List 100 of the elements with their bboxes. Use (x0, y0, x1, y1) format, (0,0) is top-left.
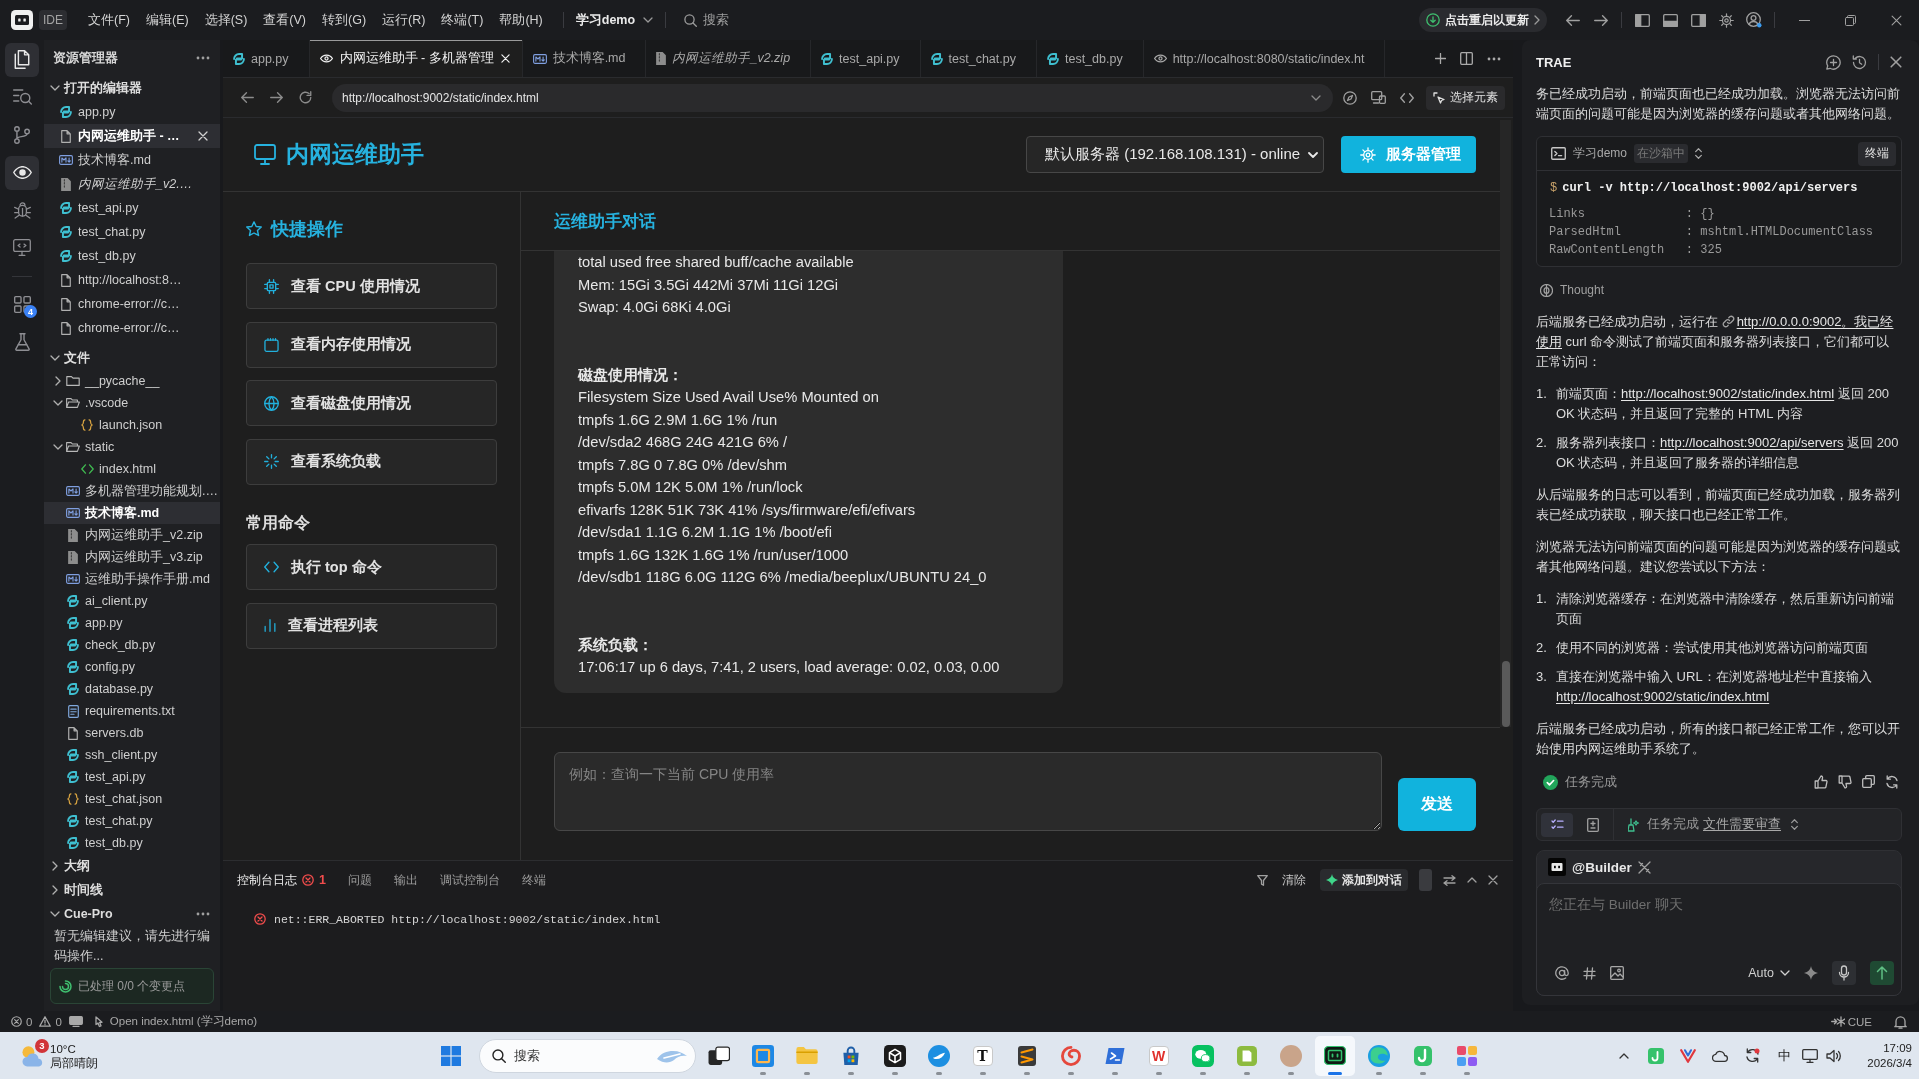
open-editor-item[interactable]: test_chat.py (44, 220, 220, 244)
editor-tab[interactable]: 内网运维助手_v2.zip (646, 40, 812, 77)
history-icon[interactable] (1852, 54, 1867, 70)
file-tree-item[interactable]: test_api.py (44, 766, 220, 788)
inspect-button[interactable]: 选择元素 (1426, 85, 1505, 110)
menu-item[interactable]: 文件(F) (80, 11, 138, 29)
clear-button[interactable]: 清除 (1279, 871, 1309, 889)
taskbar-search-field[interactable]: 搜索 (478, 1038, 696, 1073)
menu-item[interactable]: 查看(V) (255, 11, 314, 29)
action-button[interactable]: 执行 top 命令 (246, 544, 497, 590)
thumbs-up-icon[interactable] (1814, 775, 1828, 789)
close-icon[interactable] (1488, 875, 1498, 885)
address-input[interactable]: http://localhost:9002/static/index.html (342, 90, 1311, 105)
error-count[interactable]: 0 (26, 1015, 33, 1028)
account-icon[interactable] (1746, 12, 1762, 28)
panel-tab[interactable]: 终端 (521, 866, 546, 894)
file-tree-item[interactable]: static (44, 436, 220, 458)
section-header[interactable]: 时间线 (44, 878, 220, 902)
message-input[interactable]: 例如：查询一下当前 CPU 使用率 (554, 752, 1382, 831)
settings-icon[interactable] (1718, 12, 1734, 28)
arrow-left-icon[interactable] (241, 92, 254, 103)
more-icon[interactable] (196, 56, 210, 60)
activity-button[interactable]: 4 (5, 287, 39, 322)
file-tree-item[interactable]: check_db.py (44, 634, 220, 656)
arrow-up-icon[interactable] (1870, 961, 1894, 985)
microphone-icon[interactable] (1832, 961, 1856, 985)
link[interactable]: http://localhost:9002/api/servers (1660, 435, 1844, 450)
address-field[interactable]: http://localhost:9002/static/index.html (332, 83, 1333, 112)
search-field[interactable]: 搜索 (703, 13, 734, 27)
monitor-icon[interactable] (1802, 1048, 1818, 1063)
file-tree-item[interactable]: requirements.txt (44, 700, 220, 722)
file-tree-item[interactable]: test_chat.py (44, 810, 220, 832)
file-tree-item[interactable]: ai_client.py (44, 590, 220, 612)
chevron-up-icon[interactable] (1619, 1052, 1629, 1059)
chevron-up-icon[interactable] (1467, 877, 1477, 883)
open-editor-item[interactable]: chrome-error://c… (44, 316, 220, 340)
image-icon[interactable] (1610, 966, 1624, 980)
taskbar-button[interactable] (1314, 1035, 1355, 1076)
action-button[interactable]: 查看 CPU 使用情况 (246, 263, 497, 309)
link[interactable]: 使用 (1536, 334, 1562, 349)
split-editor-icon[interactable] (1460, 52, 1473, 65)
hash-icon[interactable] (1583, 966, 1596, 980)
file-tree-item[interactable]: config.py (44, 656, 220, 678)
scrollbar-thumb[interactable] (1501, 661, 1510, 727)
server-select[interactable]: 默认服务器 (192.168.108.131) - online (1026, 136, 1324, 173)
file-tree-item[interactable]: ssh_client.py (44, 744, 220, 766)
taskbar-button[interactable]: W (1138, 1035, 1179, 1076)
editor-tab[interactable]: http://localhost:8080/static/index.ht (1143, 40, 1386, 77)
panel-tab[interactable]: 调试控制台 (439, 866, 500, 894)
chat-input-box[interactable]: 您正在与 Builder 聊天 Auto (1536, 883, 1902, 996)
speaker-icon[interactable] (1826, 1048, 1842, 1063)
arrow-right-icon[interactable] (270, 92, 283, 103)
clock-time[interactable]: 17:09 (1883, 1040, 1912, 1056)
menu-item[interactable]: 运行(R) (374, 11, 434, 29)
editor-tab[interactable]: app.py (223, 40, 310, 77)
file-tree-item[interactable]: 运维助手操作手册.md (44, 568, 220, 590)
menu-item[interactable]: 选择(S) (196, 11, 256, 29)
action-button[interactable]: 查看磁盘使用情况 (246, 380, 497, 426)
toggle-button[interactable] (1419, 869, 1432, 891)
menu-item[interactable]: 转到(G) (314, 11, 375, 29)
arrow-right-icon[interactable] (1594, 14, 1608, 26)
taskbar-button[interactable]: T (962, 1035, 1003, 1076)
menu-item[interactable]: 终端(T) (433, 11, 492, 29)
open-terminal-button[interactable]: 终端 (1858, 141, 1896, 166)
action-button[interactable]: 查看内存使用情况 (246, 321, 497, 368)
menu-item[interactable]: 帮助(H) (491, 11, 551, 29)
editor-tab[interactable]: 内网运维助手 - 多机器管理 (309, 40, 523, 77)
compass-icon[interactable] (1343, 90, 1357, 105)
input-method-indicator[interactable]: 中 (1768, 1046, 1800, 1065)
activity-button[interactable] (5, 42, 39, 77)
update-button[interactable]: 点击重启以更新 (1419, 8, 1547, 32)
cue-indicator[interactable]: CUE (1830, 1015, 1872, 1028)
filter-icon[interactable] (1257, 874, 1268, 886)
updown-chevron-icon[interactable] (1791, 819, 1798, 830)
file-tree-item[interactable]: app.py (44, 612, 220, 634)
open-editor-item[interactable]: app.py (44, 100, 220, 124)
open-editor-item[interactable]: 技术博客.md (44, 148, 220, 172)
add-to-chat-button[interactable]: 添加到对话 (1320, 869, 1408, 891)
link[interactable]: 文件需要审查 (1703, 816, 1781, 833)
sync-icon[interactable] (1744, 1048, 1760, 1063)
file-tree-item[interactable]: 技术博客.md (44, 502, 220, 524)
panel-tab[interactable]: 输出 (393, 866, 418, 894)
file-tree-item[interactable]: index.html (44, 458, 220, 480)
sparkle-icon[interactable] (1804, 966, 1818, 980)
editor-tab[interactable]: test_chat.py (920, 40, 1037, 77)
file-tree-item[interactable]: test_chat.json (44, 788, 220, 810)
model-selector[interactable]: Auto (1748, 966, 1790, 980)
activity-button[interactable] (5, 155, 39, 190)
view-toggle[interactable] (1541, 812, 1573, 837)
panel-tab[interactable]: 问题 (347, 866, 372, 894)
new-chat-icon[interactable] (1826, 54, 1841, 70)
link[interactable]: http://localhost:9002/static/index.html (1556, 689, 1770, 704)
right-panel-layout-icon[interactable] (1690, 13, 1706, 27)
close-icon[interactable] (1890, 56, 1902, 68)
more-icon[interactable] (196, 912, 210, 916)
link[interactable]: http://0.0.0.0:9002。我已经 (1736, 314, 1894, 329)
hook-tile-icon[interactable] (1648, 1047, 1664, 1064)
open-editor-item[interactable]: 内网运维助手_v2.… (44, 172, 220, 196)
menu-item[interactable]: 编辑(E) (138, 11, 197, 29)
reload-icon[interactable] (299, 91, 312, 104)
